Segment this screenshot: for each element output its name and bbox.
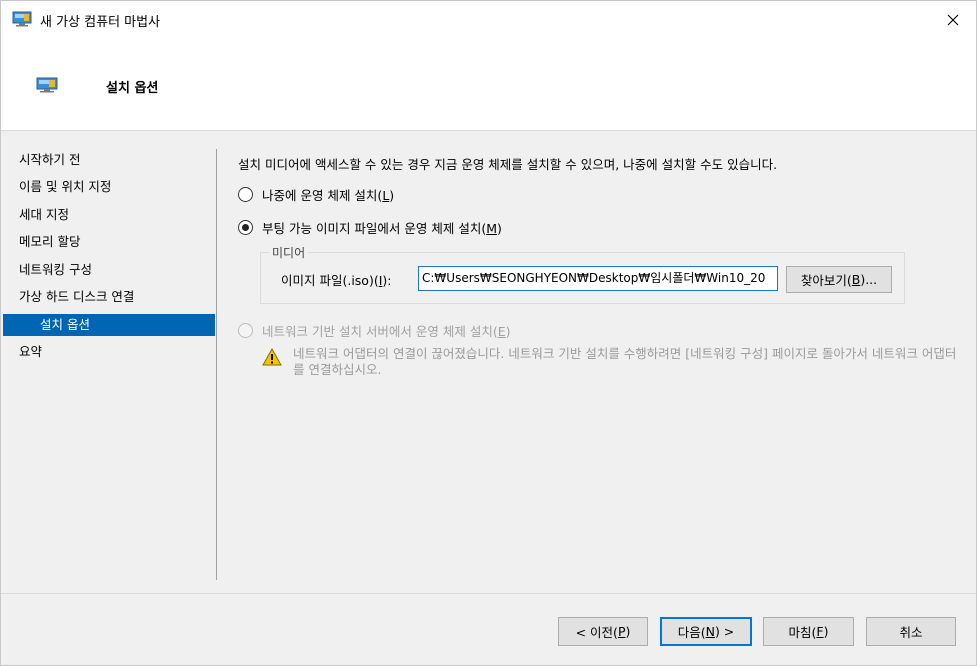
iso-file-input[interactable]: C:₩Users₩SEONGHYEON₩Desktop₩임시폴더₩Win10_2…: [418, 266, 778, 291]
wizard-steps-sidebar: 시작하기 전 이름 및 위치 지정 세대 지정 메모리 할당 네트워킹 구성 가…: [1, 132, 216, 580]
install-options-panel: 설치 미디어에 액세스할 수 있는 경우 지금 운영 체제를 설치할 수 있으며…: [217, 132, 976, 592]
sidebar-item-virtual-disk[interactable]: 가상 하드 디스크 연결: [1, 286, 215, 308]
sidebar-item-before-you-begin[interactable]: 시작하기 전: [1, 149, 215, 171]
monitor-icon: [12, 11, 32, 27]
install-from-network-radio[interactable]: 네트워크 기반 설치 서버에서 운영 체제 설치(E): [238, 321, 511, 340]
install-later-radio[interactable]: 나중에 운영 체제 설치(L): [238, 185, 394, 204]
sidebar-item-name-location[interactable]: 이름 및 위치 지정: [1, 176, 215, 198]
close-icon: [947, 14, 959, 26]
install-from-image-label: 부팅 가능 이미지 파일에서 운영 체제 설치(M): [262, 221, 502, 236]
description-text: 설치 미디어에 액세스할 수 있는 경우 지금 운영 체제를 설치할 수 있으며…: [238, 157, 778, 172]
footer-divider: [1, 593, 976, 594]
radio-button[interactable]: [238, 220, 253, 235]
warning-icon: [262, 348, 282, 366]
media-group: 미디어 이미지 파일(.iso)(I): C:₩Users₩SEONGHYEON…: [260, 244, 905, 304]
sidebar-item-generation[interactable]: 세대 지정: [1, 204, 215, 226]
radio-button[interactable]: [238, 323, 253, 338]
media-legend: 미디어: [269, 244, 309, 261]
iso-file-label: 이미지 파일(.iso)(I):: [281, 273, 392, 288]
install-later-label: 나중에 운영 체제 설치(L): [262, 188, 395, 203]
network-warning: 네트워크 어댑터의 연결이 끊어졌습니다. 네트워크 기반 설치를 수행하려면 …: [262, 346, 963, 378]
browse-button[interactable]: 찾아보기(B)...: [786, 266, 892, 293]
monitor-icon: [36, 77, 58, 93]
next-button[interactable]: 다음(N) >: [660, 617, 752, 646]
previous-button[interactable]: < 이전(P): [558, 617, 648, 646]
finish-button[interactable]: 마침(F): [763, 617, 854, 646]
sidebar-item-install-options[interactable]: 설치 옵션: [3, 314, 215, 336]
sidebar-item-memory[interactable]: 메모리 할당: [1, 231, 215, 253]
sidebar-item-networking[interactable]: 네트워킹 구성: [1, 259, 215, 281]
page-header: 설치 옵션: [1, 39, 976, 131]
install-from-network-label: 네트워크 기반 설치 서버에서 운영 체제 설치(E): [262, 324, 511, 339]
wizard-window: 새 가상 컴퓨터 마법사 설치 옵션 시작하기 전 이름 및 위치 지정 세대 …: [0, 0, 977, 666]
page-title: 설치 옵션: [106, 81, 159, 96]
title-bar: 새 가상 컴퓨터 마법사: [1, 1, 976, 39]
radio-button[interactable]: [238, 187, 253, 202]
warning-text: 네트워크 어댑터의 연결이 끊어졌습니다. 네트워크 기반 설치를 수행하려면 …: [293, 346, 957, 377]
sidebar-item-summary[interactable]: 요약: [1, 341, 215, 363]
install-from-image-radio[interactable]: 부팅 가능 이미지 파일에서 운영 체제 설치(M): [238, 218, 502, 237]
cancel-button[interactable]: 취소: [866, 617, 956, 646]
window-title: 새 가상 컴퓨터 마법사: [40, 15, 161, 30]
close-button[interactable]: [930, 1, 976, 39]
